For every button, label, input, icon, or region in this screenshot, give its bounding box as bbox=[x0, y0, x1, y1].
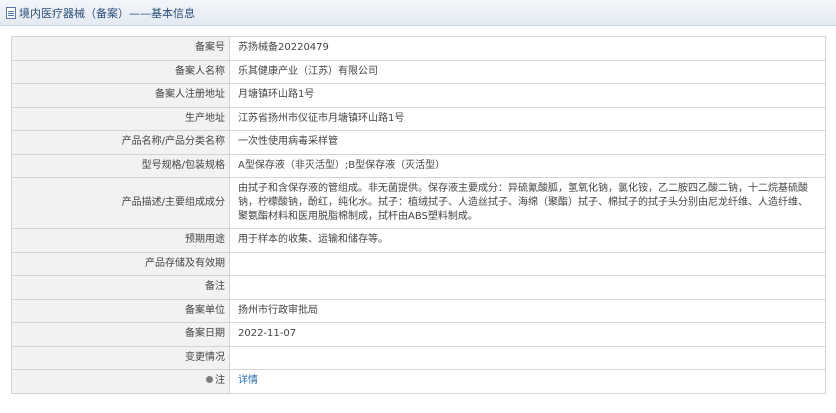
row-label: 产品描述/主要组成成分 bbox=[11, 177, 230, 229]
row-label: 型号规格/包装规格 bbox=[11, 153, 230, 178]
row-label: 生产地址 bbox=[11, 106, 230, 131]
row-label: 备案日期 bbox=[11, 322, 230, 347]
row-value: 江苏省扬州市仪征市月塘镇环山路1号 bbox=[229, 106, 826, 131]
table-row: 产品描述/主要组成成分 由拭子和含保存液的管组成。非无菌提供。保存液主要成分：异… bbox=[11, 177, 826, 229]
table-row: 生产地址 江苏省扬州市仪征市月塘镇环山路1号 bbox=[11, 106, 826, 131]
table-row: 备案人注册地址 月塘镇环山路1号 bbox=[11, 83, 826, 108]
table-row: 型号规格/包装规格 A型保存液（非灭活型）;B型保存液（灭活型） bbox=[11, 153, 826, 178]
row-value bbox=[229, 345, 826, 370]
note-value-cell: 详情 bbox=[229, 369, 826, 394]
row-value: 苏扬械备20220479 bbox=[229, 36, 826, 61]
row-label: 预期用途 bbox=[11, 228, 230, 253]
row-value: 由拭子和含保存液的管组成。非无菌提供。保存液主要成分：异硫氰酸胍，氢氧化钠，氯化… bbox=[229, 177, 826, 229]
table-row: 产品存储及有效期 bbox=[11, 251, 826, 276]
row-label: 备注 bbox=[11, 275, 230, 300]
table-row: 备案日期 2022-11-07 bbox=[11, 322, 826, 347]
row-value bbox=[229, 251, 826, 276]
row-value: 乐其健康产业（江苏）有限公司 bbox=[229, 59, 826, 84]
page-header: 境内医疗器械（备案）——基本信息 bbox=[0, 0, 836, 26]
row-value: 月塘镇环山路1号 bbox=[229, 83, 826, 108]
row-label: 备案单位 bbox=[11, 298, 230, 323]
row-label: 备案号 bbox=[11, 36, 230, 61]
row-value: 用于样本的收集、运输和储存等。 bbox=[229, 228, 826, 253]
table-row: 备案人名称 乐其健康产业（江苏）有限公司 bbox=[11, 59, 826, 84]
row-label: 备案人注册地址 bbox=[11, 83, 230, 108]
details-link[interactable]: 详情 bbox=[238, 375, 258, 386]
row-label: 变更情况 bbox=[11, 345, 230, 370]
table-row: 预期用途 用于样本的收集、运输和储存等。 bbox=[11, 228, 826, 253]
row-value: 扬州市行政审批局 bbox=[229, 298, 826, 323]
bulb-icon bbox=[206, 375, 213, 383]
row-label: 产品名称/产品分类名称 bbox=[11, 130, 230, 155]
note-label-cell: 注 bbox=[11, 369, 230, 394]
row-label: 备案人名称 bbox=[11, 59, 230, 84]
note-label: 注 bbox=[215, 375, 225, 387]
table-row: 备案单位 扬州市行政审批局 bbox=[11, 298, 826, 323]
row-value: 2022-11-07 bbox=[229, 322, 826, 347]
info-table: 备案号 苏扬械备20220479 备案人名称 乐其健康产业（江苏）有限公司 备案… bbox=[11, 36, 826, 394]
table-row: 产品名称/产品分类名称 一次性使用病毒采样管 bbox=[11, 130, 826, 155]
table-row: 变更情况 bbox=[11, 345, 826, 370]
row-value: A型保存液（非灭活型）;B型保存液（灭活型） bbox=[229, 153, 826, 178]
document-icon bbox=[6, 6, 16, 19]
table-row: 备案号 苏扬械备20220479 bbox=[11, 36, 826, 61]
row-value bbox=[229, 275, 826, 300]
page-title: 境内医疗器械（备案）——基本信息 bbox=[19, 6, 195, 20]
row-value: 一次性使用病毒采样管 bbox=[229, 130, 826, 155]
row-label: 产品存储及有效期 bbox=[11, 251, 230, 276]
table-row: 备注 bbox=[11, 275, 826, 300]
note-row: 注 详情 bbox=[11, 369, 826, 394]
